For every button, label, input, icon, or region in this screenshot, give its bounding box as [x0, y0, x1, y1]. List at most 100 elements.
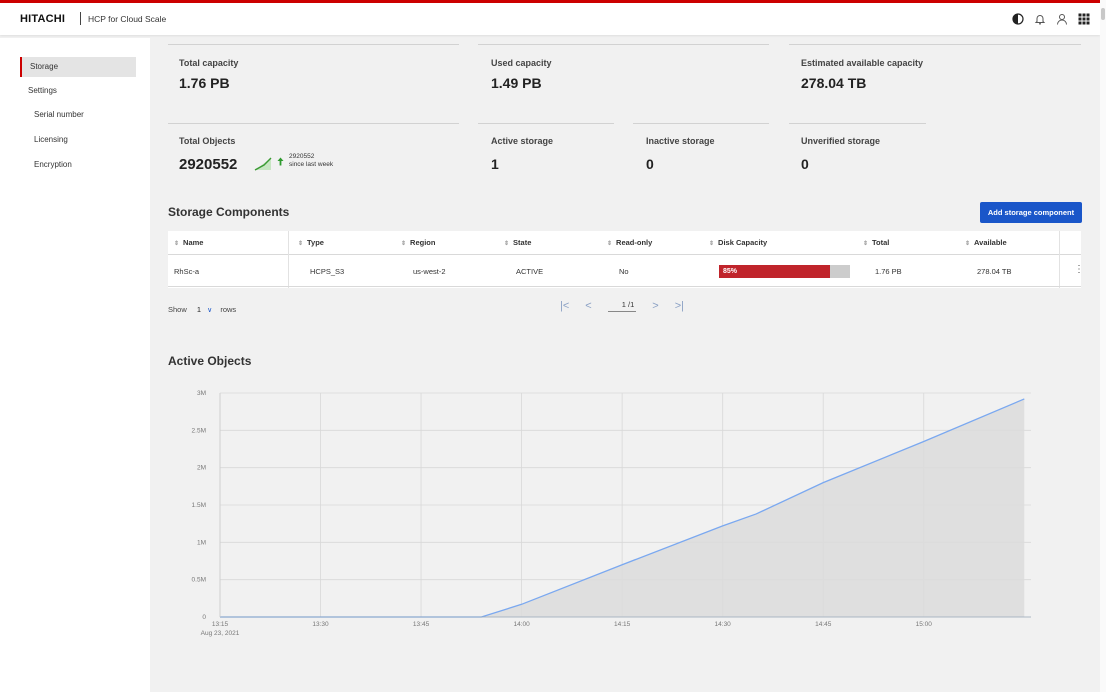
- column-header-disk-capacity[interactable]: ⇕ Disk Capacity: [709, 238, 767, 247]
- unverified-storage-value: 0: [801, 156, 809, 172]
- card-divider: [168, 123, 459, 124]
- chevron-down-icon[interactable]: ∨: [207, 307, 212, 314]
- cell-read-only: No: [619, 267, 629, 276]
- active-objects-title: Active Objects: [168, 354, 252, 368]
- total-objects-label: Total Objects: [179, 136, 236, 146]
- used-capacity-label: Used capacity: [491, 58, 552, 68]
- sidebar-item-encryption[interactable]: Encryption: [20, 155, 136, 175]
- disk-capacity-label: 85%: [723, 268, 738, 275]
- x-date-label: Aug 23, 2021: [201, 630, 240, 637]
- column-header-name[interactable]: ⇕ Name: [174, 238, 203, 247]
- rows-per-page: Show 1 ∨ rows: [168, 305, 236, 314]
- column-header-total[interactable]: ⇕ Total: [863, 238, 889, 247]
- brand-divider: [80, 12, 81, 25]
- total-capacity-value: 1.76 PB: [179, 75, 230, 91]
- next-page-icon[interactable]: >: [652, 300, 658, 312]
- page-indicator[interactable]: 1 /1: [607, 300, 637, 312]
- x-tick-label: 15:00: [916, 621, 933, 628]
- x-tick-label: 13:45: [413, 621, 430, 628]
- sort-icon: ⇕: [401, 241, 407, 247]
- cell-state: ACTIVE: [516, 267, 544, 276]
- last-page-icon[interactable]: >|: [675, 300, 684, 312]
- column-header-type[interactable]: ⇕ Type: [298, 238, 324, 247]
- card-divider: [789, 123, 926, 124]
- column-header-region[interactable]: ⇕ Region: [401, 238, 435, 247]
- y-tick-label: 2.5M: [192, 427, 206, 434]
- estimated-available-value: 278.04 TB: [801, 75, 867, 91]
- add-storage-component-button[interactable]: Add storage component: [980, 202, 1082, 223]
- scrollbar-thumb[interactable]: [1101, 8, 1105, 20]
- active-storage-label: Active storage: [491, 136, 554, 146]
- arrow-up-icon: [277, 157, 284, 166]
- sidebar-item-serial-number[interactable]: Serial number: [20, 105, 136, 125]
- x-tick-label: 14:30: [715, 621, 732, 628]
- sort-icon: ⇕: [607, 241, 613, 247]
- x-tick-label: 13:15: [212, 621, 229, 628]
- rows-label: rows: [220, 305, 237, 314]
- table-header: ⇕ Name ⇕ Type ⇕ Region ⇕ State ⇕ Read-only ⇕ D…: [168, 231, 1081, 255]
- used-capacity-value: 1.49 PB: [491, 75, 542, 91]
- sort-icon: ⇕: [863, 241, 869, 247]
- sort-icon: ⇕: [709, 241, 715, 247]
- y-tick-label: 3M: [197, 390, 206, 397]
- row-actions-kebab-icon[interactable]: ⋮: [1074, 264, 1084, 275]
- sort-icon: ⇕: [298, 241, 304, 247]
- rows-per-page-select[interactable]: 1: [197, 305, 201, 314]
- contrast-icon[interactable]: [1012, 12, 1024, 25]
- inactive-storage-label: Inactive storage: [646, 136, 715, 146]
- x-tick-label: 14:15: [614, 621, 631, 628]
- show-label: Show: [168, 305, 187, 314]
- x-tick-label: 14:45: [815, 621, 832, 628]
- storage-components-table: ⇕ Name ⇕ Type ⇕ Region ⇕ State ⇕ Read-only ⇕ D…: [168, 231, 1084, 288]
- column-header-read-only[interactable]: ⇕ Read-only: [607, 238, 652, 247]
- column-header-state[interactable]: ⇕ State: [504, 238, 531, 247]
- cell-region: us-west-2: [413, 267, 446, 276]
- sort-icon: ⇕: [965, 241, 971, 247]
- y-tick-label: 2M: [197, 465, 206, 472]
- sort-icon: ⇕: [504, 241, 510, 247]
- trend-value: 2920552: [289, 153, 315, 160]
- sidebar-item-storage[interactable]: Storage: [20, 57, 136, 77]
- y-tick-label: 1M: [197, 539, 206, 546]
- card-divider: [789, 44, 1081, 45]
- y-tick-label: 0: [202, 614, 206, 621]
- y-tick-label: 1.5M: [192, 502, 206, 509]
- cell-name: RhSc-a: [174, 267, 200, 276]
- card-divider: [633, 123, 769, 124]
- inactive-storage-value: 0: [646, 156, 654, 172]
- card-divider: [168, 44, 459, 45]
- first-page-icon[interactable]: |<: [560, 300, 569, 312]
- current-page: 1: [621, 300, 626, 309]
- sparkline-icon: [254, 157, 272, 171]
- total-objects-value: 2920552: [179, 156, 238, 173]
- x-tick-label: 14:00: [513, 621, 530, 628]
- cell-type: HCPS_S3: [310, 267, 345, 276]
- apps-grid-icon[interactable]: [1078, 12, 1090, 25]
- active-objects-chart: 0 0.5M 1M 1.5M 2M 2.5M 3M 13:15 13:30 13:45 14:00 1…: [192, 390, 1031, 637]
- total-pages: /1: [627, 300, 635, 309]
- x-tick-label: 13:30: [312, 621, 329, 628]
- disk-capacity-bar: 85%: [719, 265, 850, 278]
- column-header-available[interactable]: ⇕ Available: [965, 238, 1007, 247]
- bell-icon[interactable]: [1034, 12, 1046, 25]
- user-icon[interactable]: [1056, 12, 1068, 25]
- trend-text: since last week: [289, 161, 334, 168]
- top-bar: HITACHI HCP for Cloud Scale: [0, 0, 1100, 35]
- total-capacity-label: Total capacity: [179, 58, 239, 68]
- product-name: HCP for Cloud Scale: [88, 14, 167, 24]
- card-divider: [478, 44, 769, 45]
- active-storage-value: 1: [491, 156, 499, 172]
- previous-page-icon[interactable]: <: [585, 300, 591, 312]
- table-row[interactable]: RhSc-a HCPS_S3 us-west-2 ACTIVE No 85% 1…: [168, 256, 1084, 287]
- y-tick-label: 0.5M: [192, 577, 206, 584]
- sidebar: Storage Settings Serial number Licensing…: [0, 38, 150, 692]
- sidebar-item-licensing[interactable]: Licensing: [20, 130, 136, 150]
- unverified-storage-label: Unverified storage: [801, 136, 881, 146]
- cell-available: 278.04 TB: [977, 267, 1012, 276]
- brand-logo: HITACHI: [20, 13, 66, 25]
- card-divider: [478, 123, 614, 124]
- sort-icon: ⇕: [174, 241, 180, 247]
- pagination: |< < 1 /1 > >|: [560, 300, 684, 312]
- page-scrollbar[interactable]: [1100, 0, 1106, 692]
- sidebar-item-settings[interactable]: Settings: [20, 81, 136, 101]
